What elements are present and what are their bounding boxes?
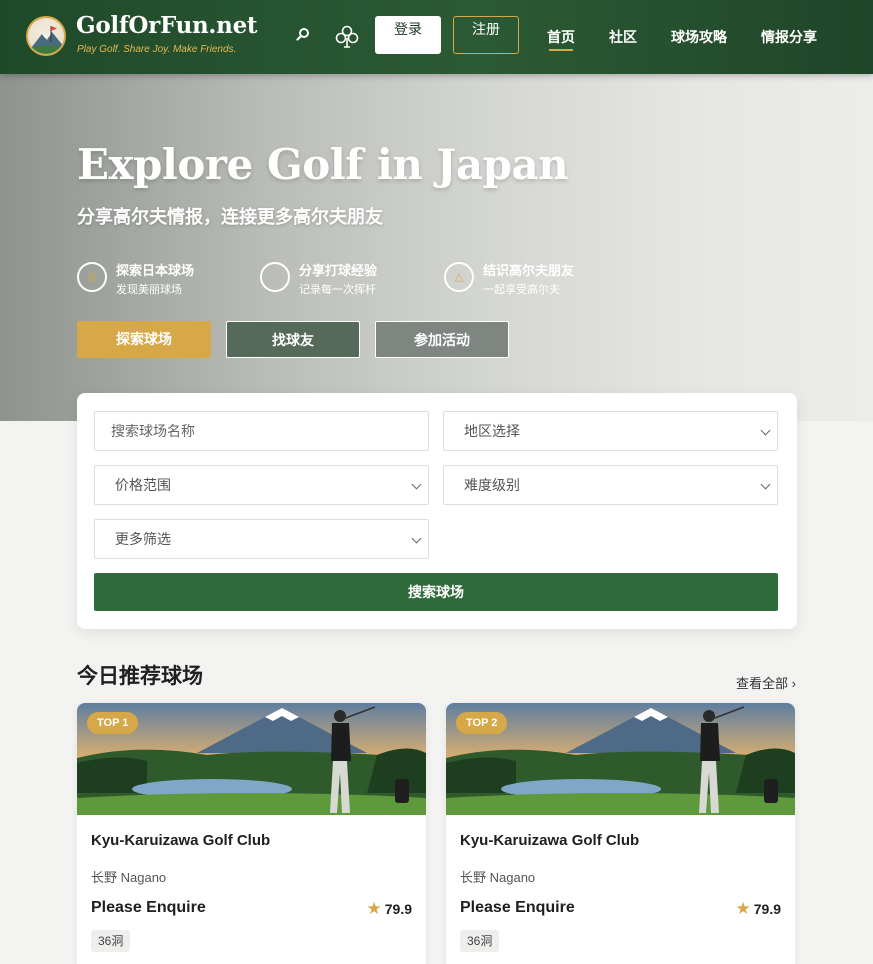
hero-subtitle: 分享高尔夫情报，连接更多高尔夫朋友 xyxy=(77,207,383,227)
share-icon: · xyxy=(260,262,290,292)
view-all-link[interactable]: 查看全部 › xyxy=(736,673,796,692)
holes-tag: 36洞 xyxy=(91,930,131,952)
course-rating: ★ 79.9 xyxy=(736,899,782,919)
nav-info-share[interactable]: 情报分享 xyxy=(761,27,817,47)
price-range-select[interactable]: 价格范围 xyxy=(94,465,429,505)
site-tagline: Play Golf. Share Joy. Make Friends. xyxy=(77,44,237,55)
hero-title: Explore Golf in Japan xyxy=(77,140,569,189)
course-card[interactable]: TOP 2 Kyu-Karuizawa Golf Club 长野 Nagano … xyxy=(446,703,795,964)
star-icon: ★ xyxy=(735,899,751,918)
feature-desc: 发现美丽球场 xyxy=(116,284,182,296)
course-name-search-field[interactable] xyxy=(94,411,429,451)
site-name[interactable]: GolfOrFun.net xyxy=(76,12,258,39)
nav-community[interactable]: 社区 xyxy=(609,27,637,47)
course-rating: ★ 79.9 xyxy=(367,899,413,919)
explore-courses-button[interactable]: 探索球场 xyxy=(77,321,211,358)
course-card[interactable]: TOP 1 Kyu-Karuizawa Golf Club 长野 Nagano … xyxy=(77,703,426,964)
logo-icon[interactable] xyxy=(26,16,66,56)
friends-icon: △ xyxy=(444,262,474,292)
join-events-button[interactable]: 参加活动 xyxy=(375,321,509,358)
difficulty-select-value: 难度级别 xyxy=(464,477,520,493)
register-button[interactable]: 注册 xyxy=(453,16,519,54)
chevron-down-icon xyxy=(760,479,771,490)
login-button[interactable]: 登录 xyxy=(375,16,441,54)
course-icon: ◎ xyxy=(77,262,107,292)
find-friends-button[interactable]: 找球友 xyxy=(226,321,360,358)
rating-value: 79.9 xyxy=(753,901,781,917)
rating-value: 79.9 xyxy=(384,901,412,917)
hero-banner: Explore Golf in Japan 分享高尔夫情报，连接更多高尔夫朋友 … xyxy=(0,74,873,421)
feature-desc: 记录每一次挥杆 xyxy=(299,284,376,296)
holes-tag: 36洞 xyxy=(460,930,500,952)
search-icon[interactable] xyxy=(296,27,310,41)
rank-badge: TOP 1 xyxy=(87,712,139,734)
chevron-down-icon xyxy=(411,533,422,544)
course-search-panel: 地区选择 价格范围 难度级别 更多筛选 搜索球场 xyxy=(77,393,797,629)
clover-icon[interactable] xyxy=(334,24,360,50)
difficulty-select[interactable]: 难度级别 xyxy=(443,465,778,505)
recommended-section-title: 今日推荐球场 xyxy=(77,665,203,688)
nav-course-guide[interactable]: 球场攻略 xyxy=(671,27,727,47)
region-select-value: 地区选择 xyxy=(464,423,520,439)
course-name[interactable]: Kyu-Karuizawa Golf Club xyxy=(91,832,270,849)
feature-title: 分享打球经验 xyxy=(299,263,378,278)
rank-badge: TOP 2 xyxy=(456,712,508,734)
course-price: Please Enquire xyxy=(91,899,206,916)
more-filters-select[interactable]: 更多筛选 xyxy=(94,519,429,559)
chevron-down-icon xyxy=(411,479,422,490)
chevron-down-icon xyxy=(760,425,771,436)
feature-title: 探索日本球场 xyxy=(116,263,195,278)
course-name[interactable]: Kyu-Karuizawa Golf Club xyxy=(460,832,639,849)
feature-title: 结识高尔夫朋友 xyxy=(483,263,575,278)
feature-desc: 一起享受高尔夫 xyxy=(483,284,560,296)
course-name-input[interactable] xyxy=(111,423,428,439)
region-select[interactable]: 地区选择 xyxy=(443,411,778,451)
star-icon: ★ xyxy=(366,899,382,918)
course-location: 长野 Nagano xyxy=(460,870,536,885)
site-header: GolfOrFun.net Play Golf. Share Joy. Make… xyxy=(0,0,873,74)
course-location: 长野 Nagano xyxy=(91,870,167,885)
more-filters-value: 更多筛选 xyxy=(115,531,171,547)
price-select-value: 价格范围 xyxy=(115,477,171,493)
course-price: Please Enquire xyxy=(460,899,575,916)
nav-home[interactable]: 首页 xyxy=(547,27,575,51)
search-courses-button[interactable]: 搜索球场 xyxy=(94,573,778,611)
